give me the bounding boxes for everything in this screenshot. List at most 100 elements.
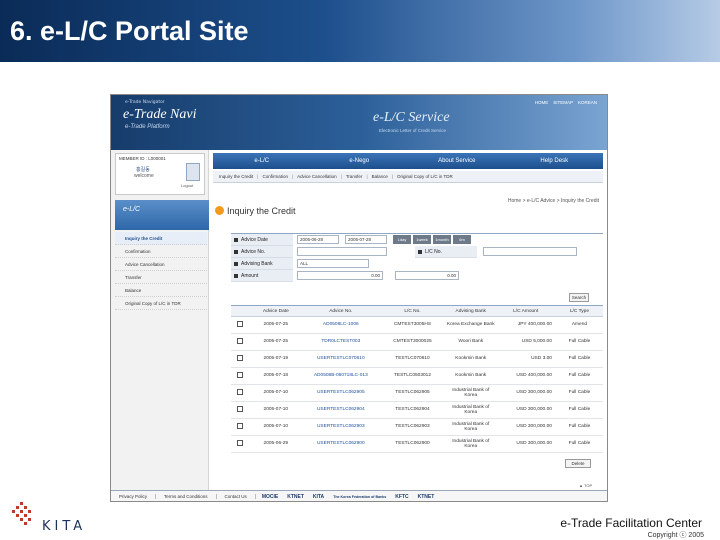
checkbox[interactable] <box>236 422 243 429</box>
checkbox[interactable] <box>236 388 243 395</box>
sub-nav-transfer[interactable]: Transfer <box>346 174 363 179</box>
nav-about-service[interactable]: About Service <box>408 158 506 164</box>
credit-table: Advice Date Advice No. L/C No. Advising … <box>231 305 603 453</box>
date-to-field[interactable]: 2005-07-28 <box>345 235 387 244</box>
column-header-advice-no[interactable]: Advice No. <box>302 305 379 317</box>
logout-label[interactable]: Logout <box>181 183 193 188</box>
period-1month-button[interactable]: 1month <box>433 235 451 244</box>
cell-advice-no-link[interactable]: USERTESTLC062904 <box>302 401 379 419</box>
side-menu-balance[interactable]: Balance <box>115 284 207 297</box>
amount-from-input[interactable]: 0.00 <box>297 271 383 280</box>
row-select-checkbox[interactable] <box>231 367 249 385</box>
sub-nav: Inquiry the Credit | Confirmation | Advice… <box>213 171 603 183</box>
side-menu-advice-cancellation[interactable]: Advice Cancellation <box>115 258 207 271</box>
portal-footer: Privacy Policy Terms and Conditions Cont… <box>111 490 607 501</box>
row-select-checkbox[interactable] <box>231 401 249 419</box>
row-select-checkbox[interactable] <box>231 384 249 402</box>
sub-nav-separator: | <box>340 174 342 179</box>
checkbox[interactable] <box>236 439 243 446</box>
cell-lc-no: TESTLC070610 <box>378 350 447 368</box>
logout-icon[interactable] <box>186 163 200 181</box>
service-title: e-L/C Service <box>373 110 450 125</box>
footer-link-privacy[interactable]: Privacy Policy <box>111 494 157 499</box>
table-row[interactable]: 2005-07-25 TDR0LCTEST003 CMTEST3000025 W… <box>231 333 603 351</box>
table-row[interactable]: 2005-07-10 USERTESTLC062903 TESTLC062903… <box>231 418 603 436</box>
side-menu-transfer[interactable]: Transfer <box>115 271 207 284</box>
cell-lc-amount: USD 300,000.00 <box>495 401 556 419</box>
cell-advising-bank: Industrial Bank of Korea <box>446 401 496 419</box>
period-1day-button[interactable]: 1day <box>393 235 411 244</box>
side-menu-original-copy[interactable]: Original Copy of L/C in TDR <box>115 297 207 310</box>
checkbox[interactable] <box>236 371 243 378</box>
lc-no-input[interactable] <box>483 247 577 256</box>
back-to-top-link[interactable]: ▲ TOP <box>579 483 592 488</box>
sub-nav-confirmation[interactable]: Confirmation <box>262 174 288 179</box>
row-select-checkbox[interactable] <box>231 435 249 453</box>
column-header-advice-date[interactable]: Advice Date <box>248 305 303 317</box>
period-6m-button[interactable]: 6m <box>453 235 471 244</box>
row-select-checkbox[interactable] <box>231 333 249 351</box>
section-title: e-L/C <box>123 206 141 213</box>
checkbox[interactable] <box>236 354 243 361</box>
cell-advice-no-link[interactable]: USERTESTLC070610 <box>302 350 379 368</box>
table-row[interactable]: 2005-07-10 USERTESTLC062904 TESTLC062904… <box>231 401 603 419</box>
column-header-lc-amount[interactable]: L/C Amount <box>495 305 556 317</box>
advising-bank-select[interactable]: ALL <box>297 259 369 268</box>
table-row[interactable]: 2005-06-29 USERTESTLC062900 TESTLC062900… <box>231 435 603 453</box>
top-link-korean[interactable]: KOREAN <box>578 100 597 105</box>
side-menu-inquiry[interactable]: Inquiry the Credit <box>115 232 207 245</box>
delete-button[interactable]: Delete <box>565 459 591 468</box>
advice-date-label: Advice Date <box>231 234 293 246</box>
footer-logo-ktnet-2: KTNET <box>417 493 435 500</box>
date-from-field[interactable]: 2005-06-28 <box>297 235 339 244</box>
cell-advice-date: 2005-07-25 <box>248 316 303 334</box>
cell-currency: USD <box>516 373 527 379</box>
column-header-advising-bank[interactable]: Advising Bank <box>446 305 496 317</box>
side-menu-confirmation[interactable]: Confirmation <box>115 245 207 258</box>
sub-nav-advice-cancellation[interactable]: Advice Cancellation <box>297 174 337 179</box>
cell-advice-no-link[interactable]: AD0508B-050718LC-013 <box>302 367 379 385</box>
cell-advising-bank: Korea Exchange Bank <box>446 316 496 334</box>
table-row[interactable]: 2005-07-18 AD0508B-050718LC-013 TESTLC05… <box>231 367 603 385</box>
sub-nav-balance[interactable]: Balance <box>372 174 388 179</box>
sub-nav-inquiry[interactable]: Inquiry the Credit <box>219 174 253 179</box>
footer-link-terms[interactable]: Terms and Conditions <box>156 494 217 499</box>
cell-lc-type: Full Cable <box>555 333 603 351</box>
period-1week-button[interactable]: 1week <box>413 235 431 244</box>
nav-enego[interactable]: e-Nego <box>311 158 409 164</box>
cell-currency: USD <box>521 339 532 345</box>
top-link-sitemap[interactable]: SITEMAP <box>553 100 573 105</box>
cell-advice-date: 2005-07-18 <box>248 367 303 385</box>
nav-elc[interactable]: e-L/C <box>213 158 311 164</box>
footer-link-contact[interactable]: Contact Us <box>217 494 256 499</box>
table-row[interactable]: 2005-07-25 AD0508LC-1006 CMTEST3005HS Ko… <box>231 316 603 334</box>
amount-to-input[interactable]: 0.00 <box>395 271 459 280</box>
top-link-home[interactable]: HOME <box>535 100 549 105</box>
cell-advice-no-link[interactable]: USERTESTLC062905 <box>302 384 379 402</box>
checkbox[interactable] <box>236 320 243 327</box>
column-header-lc-type[interactable]: L/C Type <box>555 305 603 317</box>
cell-lc-no: TESTLC062905 <box>378 384 447 402</box>
advice-no-label: Advice No. <box>231 246 293 258</box>
row-select-checkbox[interactable] <box>231 350 249 368</box>
search-button[interactable]: Search <box>569 293 589 302</box>
sub-nav-original-copy[interactable]: Original Copy of L/C in TDR <box>397 174 453 179</box>
brand-title[interactable]: e-Trade Navi <box>123 107 197 123</box>
table-row[interactable]: 2005-07-19 USERTESTLC070610 TESTLC070610… <box>231 350 603 368</box>
cell-advice-no-link[interactable]: USERTESTLC062903 <box>302 418 379 436</box>
column-header-lc-no[interactable]: L/C No. <box>378 305 447 317</box>
footer-logo-ktnet: KTNET <box>287 493 304 500</box>
advice-no-input[interactable] <box>297 247 387 256</box>
cell-lc-amount: USD 300,000.00 <box>495 435 556 453</box>
cell-advice-no-link[interactable]: TDR0LCTEST003 <box>302 333 379 351</box>
row-select-checkbox[interactable] <box>231 418 249 436</box>
cell-advice-no-link[interactable]: AD0508LC-1006 <box>302 316 379 334</box>
checkbox[interactable] <box>236 337 243 344</box>
cell-advice-no-link[interactable]: USERTESTLC062900 <box>302 435 379 453</box>
row-select-checkbox[interactable] <box>231 316 249 334</box>
nav-help-desk[interactable]: Help Desk <box>506 158 604 164</box>
cell-lc-amount: USD 300,000.00 <box>495 418 556 436</box>
kita-logo-icon <box>12 502 31 525</box>
table-row[interactable]: 2005-07-10 USERTESTLC062905 TESTLC062905… <box>231 384 603 402</box>
checkbox[interactable] <box>236 405 243 412</box>
